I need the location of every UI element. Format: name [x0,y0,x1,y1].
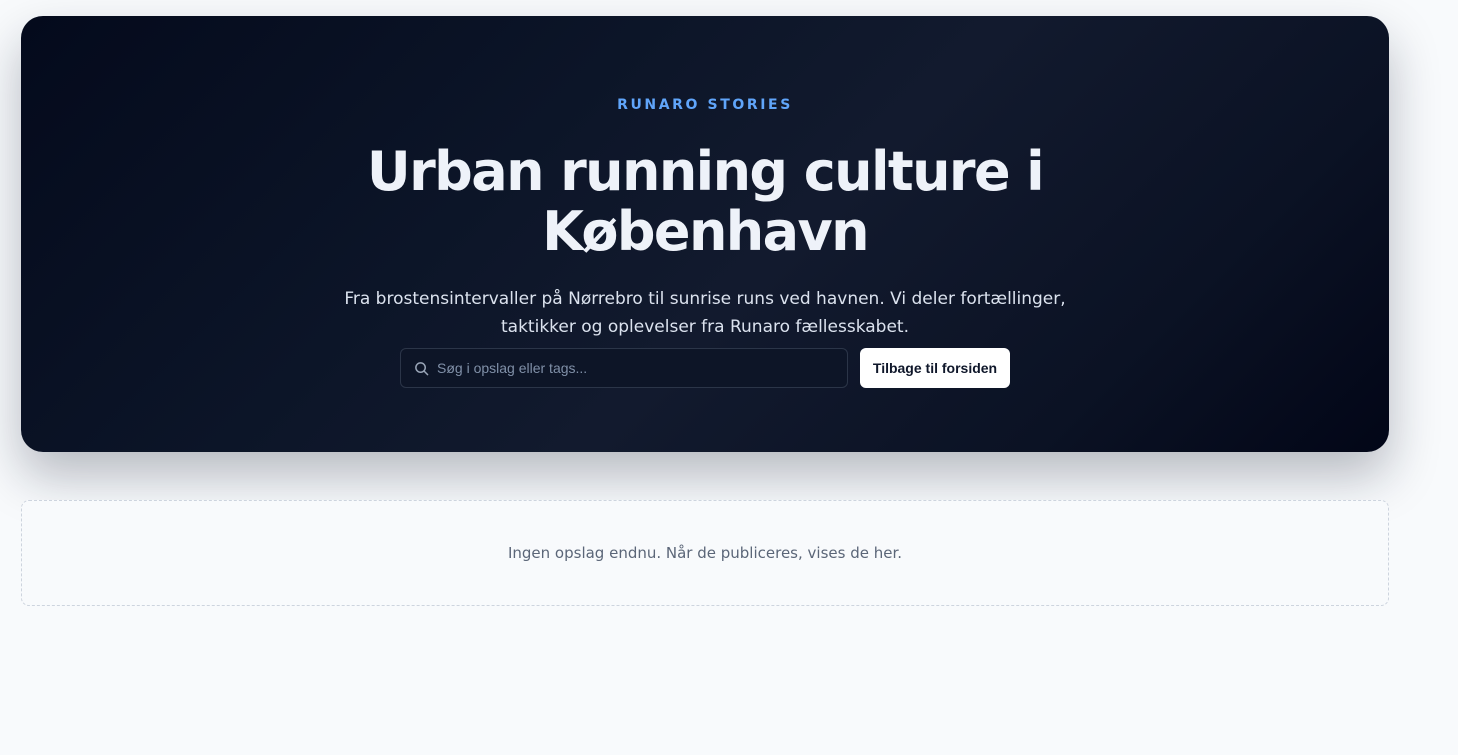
empty-state-message: Ingen opslag endnu. Når de publiceres, v… [507,544,903,562]
empty-state-panel: Ingen opslag endnu. Når de publiceres, v… [21,500,1389,606]
hero-eyebrow: RUNARO STORIES [617,97,793,113]
hero-subtitle: Fra brostensintervaller på Nørrebro til … [344,289,1066,337]
hero-banner: RUNARO STORIES Urban running culture i K… [21,16,1389,452]
search-bar[interactable] [400,348,848,388]
search-input[interactable] [429,349,847,387]
back-to-home-button[interactable]: Tilbage til forsiden [860,348,1010,388]
page-title: Urban running culture i København [366,140,1045,263]
search-icon [413,360,429,376]
